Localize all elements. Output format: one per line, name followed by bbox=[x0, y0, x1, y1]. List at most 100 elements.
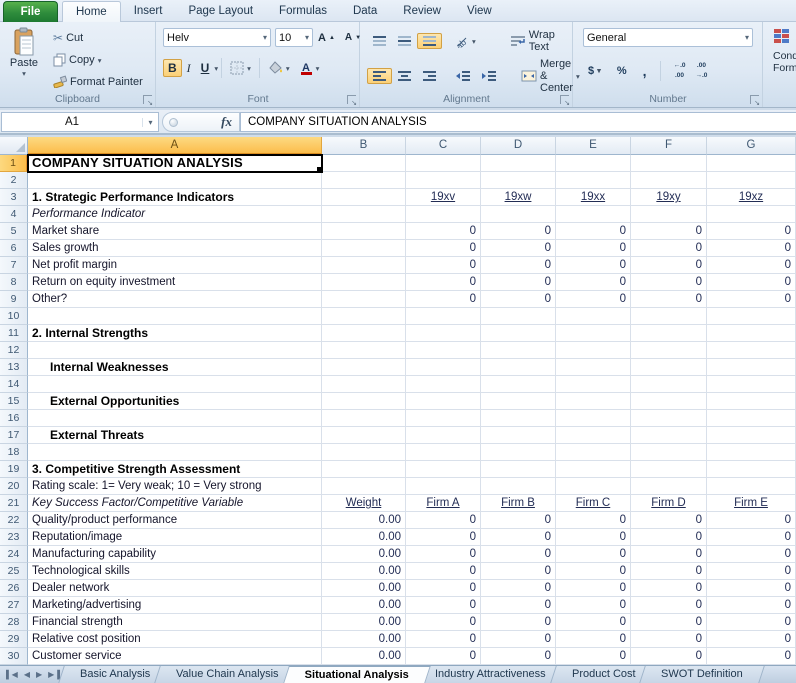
font-dialog-launcher[interactable] bbox=[347, 95, 356, 104]
cell-F21[interactable]: Firm D bbox=[631, 495, 707, 512]
ribbon-tab-review[interactable]: Review bbox=[390, 1, 454, 22]
row-header-3[interactable]: 3 bbox=[0, 189, 28, 206]
file-tab[interactable]: File bbox=[3, 1, 58, 22]
cell-G23[interactable]: 0 bbox=[707, 529, 796, 546]
cell-B9[interactable] bbox=[322, 291, 406, 308]
cell-C7[interactable]: 0 bbox=[406, 257, 481, 274]
cell-A10[interactable] bbox=[28, 308, 322, 325]
cell-F5[interactable]: 0 bbox=[631, 223, 707, 240]
number-format-select[interactable]: General ▾ bbox=[583, 28, 753, 47]
cell-F6[interactable]: 0 bbox=[631, 240, 707, 257]
cell-A26[interactable]: Dealer network bbox=[28, 580, 322, 597]
cell-D21[interactable]: Firm B bbox=[481, 495, 556, 512]
name-box-dropdown-arrow[interactable]: ▾ bbox=[142, 118, 158, 127]
cell-C16[interactable] bbox=[406, 410, 481, 427]
borders-button[interactable]: ▾ bbox=[225, 59, 256, 77]
cell-F24[interactable]: 0 bbox=[631, 546, 707, 563]
align-middle-button[interactable] bbox=[392, 33, 417, 49]
cell-F9[interactable]: 0 bbox=[631, 291, 707, 308]
cell-B22[interactable]: 0.00 bbox=[322, 512, 406, 529]
row-header-14[interactable]: 14 bbox=[0, 376, 28, 393]
cell-A15[interactable]: External Opportunities bbox=[28, 393, 322, 410]
row-header-4[interactable]: 4 bbox=[0, 206, 28, 223]
increase-decimal-button[interactable]: ←.0 .00 bbox=[669, 60, 691, 81]
column-header-b[interactable]: B bbox=[322, 137, 406, 155]
cell-B1[interactable] bbox=[322, 155, 406, 172]
alignment-dialog-launcher[interactable] bbox=[560, 95, 569, 104]
cell-B20[interactable] bbox=[322, 478, 406, 495]
row-header-15[interactable]: 15 bbox=[0, 393, 28, 410]
cell-E9[interactable]: 0 bbox=[556, 291, 631, 308]
cell-E14[interactable] bbox=[556, 376, 631, 393]
cell-C18[interactable] bbox=[406, 444, 481, 461]
cell-C10[interactable] bbox=[406, 308, 481, 325]
cell-D28[interactable]: 0 bbox=[481, 614, 556, 631]
align-right-button[interactable] bbox=[417, 68, 442, 84]
cell-E29[interactable]: 0 bbox=[556, 631, 631, 648]
cell-B29[interactable]: 0.00 bbox=[322, 631, 406, 648]
cell-F23[interactable]: 0 bbox=[631, 529, 707, 546]
cell-C3[interactable]: 19xv bbox=[406, 189, 481, 206]
row-header-26[interactable]: 26 bbox=[0, 580, 28, 597]
cell-C21[interactable]: Firm A bbox=[406, 495, 481, 512]
row-header-23[interactable]: 23 bbox=[0, 529, 28, 546]
cell-B4[interactable] bbox=[322, 206, 406, 223]
cell-B3[interactable] bbox=[322, 189, 406, 206]
cell-D2[interactable] bbox=[481, 172, 556, 189]
cell-E1[interactable] bbox=[556, 155, 631, 172]
cell-B17[interactable] bbox=[322, 427, 406, 444]
cell-C4[interactable] bbox=[406, 206, 481, 223]
row-header-7[interactable]: 7 bbox=[0, 257, 28, 274]
cell-A1[interactable]: COMPANY SITUATION ANALYSIS bbox=[28, 155, 322, 172]
align-left-button[interactable] bbox=[367, 68, 392, 84]
cell-B13[interactable] bbox=[322, 359, 406, 376]
row-header-10[interactable]: 10 bbox=[0, 308, 28, 325]
row-header-16[interactable]: 16 bbox=[0, 410, 28, 427]
row-header-5[interactable]: 5 bbox=[0, 223, 28, 240]
cell-G15[interactable] bbox=[707, 393, 796, 410]
cell-A14[interactable] bbox=[28, 376, 322, 393]
cell-F15[interactable] bbox=[631, 393, 707, 410]
percent-format-button[interactable]: % bbox=[612, 63, 632, 79]
currency-format-button[interactable]: $▾ bbox=[583, 63, 606, 79]
cell-C9[interactable]: 0 bbox=[406, 291, 481, 308]
cell-F1[interactable] bbox=[631, 155, 707, 172]
cell-B5[interactable] bbox=[322, 223, 406, 240]
ribbon-tab-formulas[interactable]: Formulas bbox=[266, 1, 340, 22]
cell-G22[interactable]: 0 bbox=[707, 512, 796, 529]
cell-A21[interactable]: Key Success Factor/Competitive Variable bbox=[28, 495, 322, 512]
cell-C14[interactable] bbox=[406, 376, 481, 393]
cell-B19[interactable] bbox=[322, 461, 406, 478]
cell-E20[interactable] bbox=[556, 478, 631, 495]
cell-F2[interactable] bbox=[631, 172, 707, 189]
font-size-select[interactable]: 10 ▾ bbox=[275, 28, 313, 47]
cell-D18[interactable] bbox=[481, 444, 556, 461]
cell-E11[interactable] bbox=[556, 325, 631, 342]
cell-C20[interactable] bbox=[406, 478, 481, 495]
cell-D17[interactable] bbox=[481, 427, 556, 444]
cell-E24[interactable]: 0 bbox=[556, 546, 631, 563]
align-top-button[interactable] bbox=[367, 33, 392, 49]
column-header-f[interactable]: F bbox=[631, 137, 707, 155]
cell-E5[interactable]: 0 bbox=[556, 223, 631, 240]
cell-D26[interactable]: 0 bbox=[481, 580, 556, 597]
cell-A30[interactable]: Customer service bbox=[28, 648, 322, 665]
cell-A6[interactable]: Sales growth bbox=[28, 240, 322, 257]
cell-E30[interactable]: 0 bbox=[556, 648, 631, 665]
cell-D19[interactable] bbox=[481, 461, 556, 478]
cell-F26[interactable]: 0 bbox=[631, 580, 707, 597]
cell-E17[interactable] bbox=[556, 427, 631, 444]
cell-D1[interactable] bbox=[481, 155, 556, 172]
cell-F30[interactable]: 0 bbox=[631, 648, 707, 665]
row-header-28[interactable]: 28 bbox=[0, 614, 28, 631]
grow-font-button[interactable]: A▲ bbox=[313, 30, 340, 46]
decrease-decimal-button[interactable]: .00 →.0 bbox=[690, 60, 712, 81]
cell-C25[interactable]: 0 bbox=[406, 563, 481, 580]
cell-A2[interactable] bbox=[28, 172, 322, 189]
row-header-24[interactable]: 24 bbox=[0, 546, 28, 563]
cell-C12[interactable] bbox=[406, 342, 481, 359]
cell-G26[interactable]: 0 bbox=[707, 580, 796, 597]
cell-A28[interactable]: Financial strength bbox=[28, 614, 322, 631]
sheet-nav-last-icon[interactable]: ▶▐ bbox=[48, 670, 60, 679]
cell-B16[interactable] bbox=[322, 410, 406, 427]
